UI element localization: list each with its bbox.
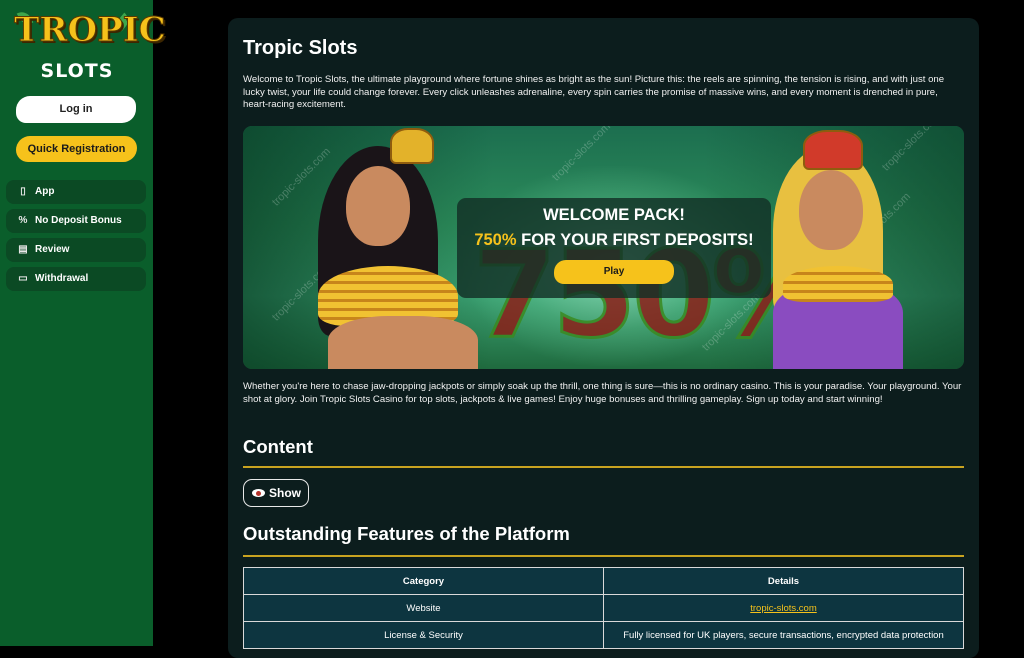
website-link[interactable]: tropic-slots.com — [750, 603, 817, 614]
content-heading: Content — [243, 436, 313, 457]
login-button[interactable]: Log in — [16, 96, 136, 123]
quick-registration-button[interactable]: Quick Registration — [16, 136, 137, 162]
outro-paragraph: Whether you're here to chase jaw-droppin… — [243, 381, 962, 405]
page-title: Tropic Slots — [243, 37, 358, 59]
table-cell: Fully licensed for UK players, secure tr… — [603, 621, 964, 649]
logo-wordmark-bottom: SLOTS — [40, 60, 114, 82]
offer-text: FOR YOUR FIRST DEPOSITS! — [516, 231, 754, 249]
logo-wordmark-top: TROPIC — [14, 10, 167, 51]
percent-icon: % — [18, 215, 28, 226]
table-cell: License & Security — [243, 621, 604, 649]
show-label: Show — [269, 486, 301, 500]
welcome-banner[interactable]: tropic-slots.com tropic-slots.com tropic… — [243, 126, 964, 369]
table-cell: tropic-slots.com — [603, 594, 964, 622]
table-row: Website tropic-slots.com — [243, 594, 964, 622]
cash-icon: ▭ — [18, 273, 28, 284]
table-header: Category — [243, 567, 604, 595]
features-table: Category Details Website tropic-slots.co… — [243, 567, 964, 649]
table-row: License & Security Fully licensed for UK… — [243, 621, 964, 649]
table-header: Details — [603, 567, 964, 595]
main-content: Tropic Slots Welcome to Tropic Slots, th… — [228, 18, 979, 658]
heading-divider — [243, 466, 964, 468]
offer-subheadline: 750% FOR YOUR FIRST DEPOSITS! — [457, 231, 771, 250]
sidebar-item-review[interactable]: ▤ Review — [6, 238, 146, 262]
offer-percent: 750% — [474, 231, 517, 249]
sidebar-item-label: Withdrawal — [35, 273, 89, 284]
document-icon: ▤ — [18, 244, 28, 255]
sidebar-item-label: No Deposit Bonus — [35, 215, 122, 226]
eye-icon — [252, 489, 265, 497]
heading-divider — [243, 555, 964, 557]
features-heading: Outstanding Features of the Platform — [243, 523, 570, 544]
phone-icon: ▯ — [20, 186, 26, 197]
intro-paragraph: Welcome to Tropic Slots, the ultimate pl… — [243, 74, 945, 110]
sidebar-item-app[interactable]: ▯ App — [6, 180, 146, 204]
welcome-offer-box: WELCOME PACK! 750% FOR YOUR FIRST DEPOSI… — [457, 198, 771, 298]
sidebar: TROPIC SLOTS Log in Quick Registration ▯… — [0, 0, 167, 646]
play-button[interactable]: Play — [554, 260, 674, 284]
table-cell: Website — [243, 594, 604, 622]
sidebar-item-no-deposit-bonus[interactable]: % No Deposit Bonus — [6, 209, 146, 233]
table-header-row: Category Details — [243, 567, 964, 595]
show-toc-button[interactable]: Show — [243, 479, 309, 507]
sidebar-item-withdrawal[interactable]: ▭ Withdrawal — [6, 267, 146, 291]
offer-headline: WELCOME PACK! — [543, 206, 685, 224]
site-logo[interactable]: TROPIC SLOTS — [14, 8, 167, 84]
sidebar-item-label: Review — [35, 244, 70, 255]
sidebar-item-label: App — [35, 186, 55, 197]
